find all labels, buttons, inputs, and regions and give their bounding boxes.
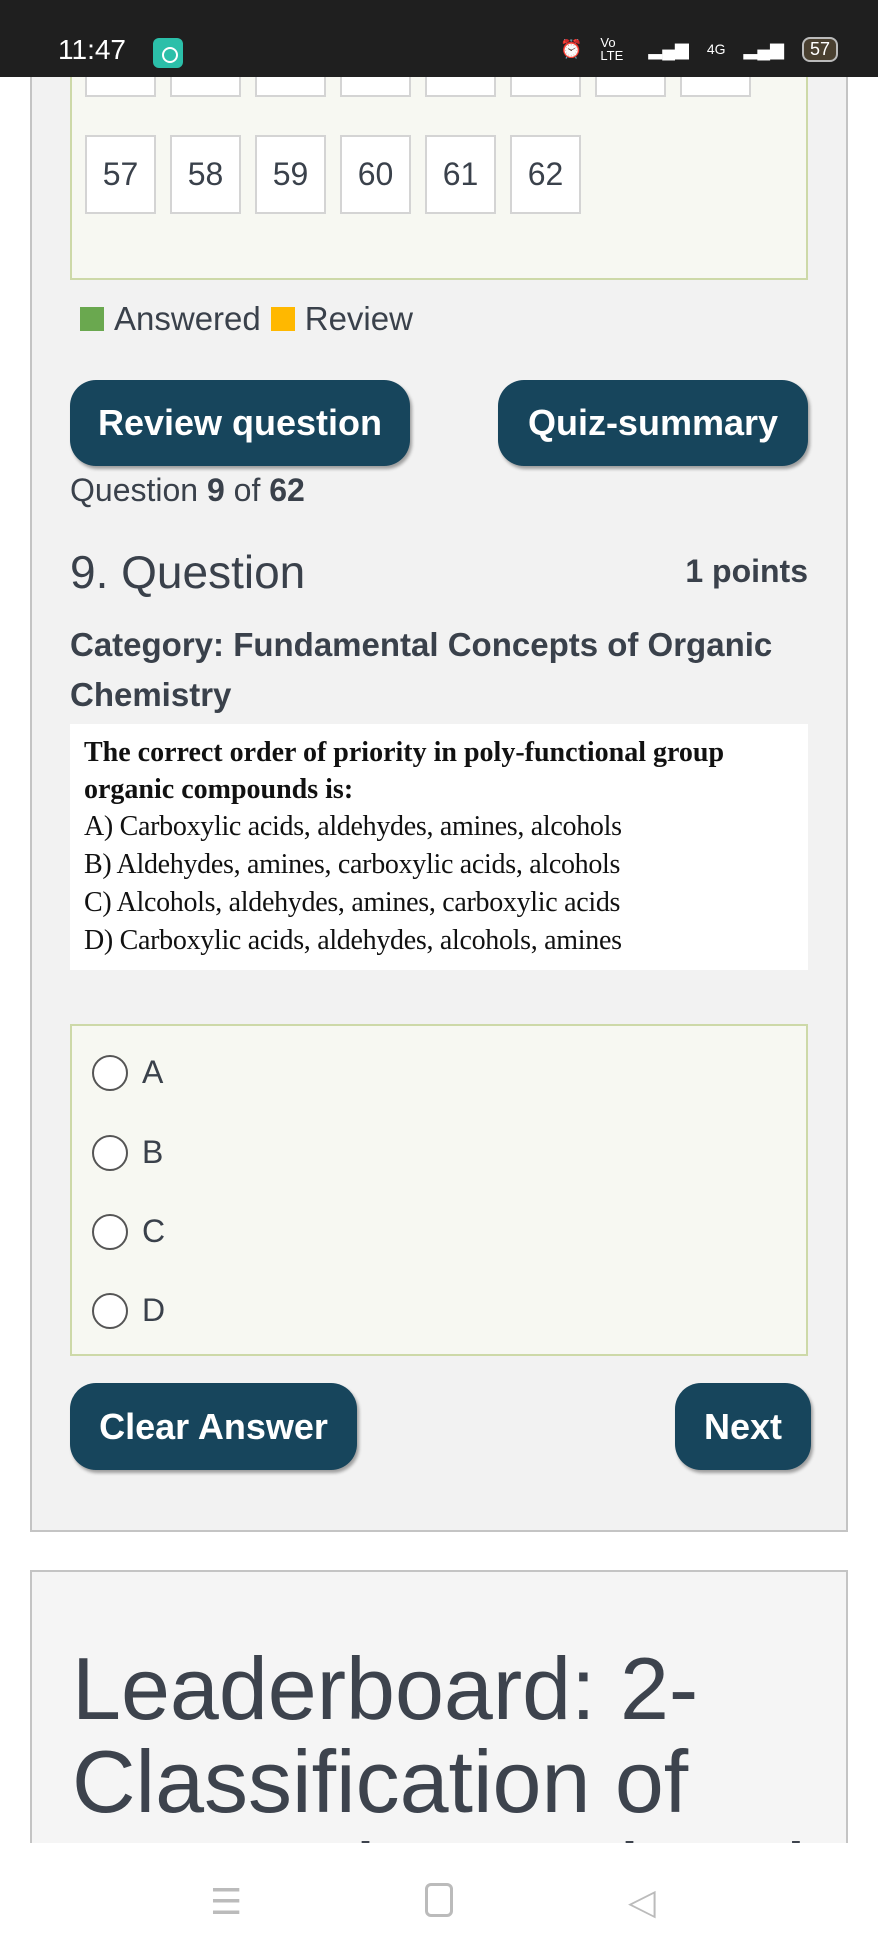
radio-c[interactable] xyxy=(92,1213,128,1250)
answer-c-label: C xyxy=(142,1213,166,1249)
question-number-59[interactable]: 59 xyxy=(255,135,326,214)
question-number-62[interactable]: 62 xyxy=(510,135,581,214)
back-icon[interactable]: ◁ xyxy=(628,1881,656,1923)
clock: 11:47 xyxy=(58,34,126,65)
signal-icon-2: ▂▄▆ xyxy=(743,38,784,59)
answer-b[interactable]: B xyxy=(92,1134,163,1171)
radio-a[interactable] xyxy=(92,1054,128,1091)
volte-icon: Vo LTE xyxy=(600,35,624,63)
answer-d-label: D xyxy=(142,1292,166,1328)
question-number-60[interactable]: 60 xyxy=(340,135,411,214)
question-option-a: A) Carboxylic acids, aldehydes, amines, … xyxy=(84,811,622,842)
question-title: 9. Question xyxy=(70,546,306,598)
clear-answer-button[interactable]: Clear Answer xyxy=(70,1383,357,1470)
legend: Answered Review xyxy=(80,300,413,338)
legend-answered: Answered xyxy=(114,300,261,337)
progress-of: of xyxy=(233,472,261,508)
question-image: The correct order of priority in poly-fu… xyxy=(70,724,808,970)
review-question-button[interactable]: Review question xyxy=(70,380,410,466)
network-type: 4G xyxy=(706,41,726,57)
question-number-58[interactable]: 58 xyxy=(170,135,241,214)
answered-swatch xyxy=(80,307,104,331)
legend-review: Review xyxy=(304,300,413,337)
home-icon[interactable] xyxy=(425,1883,453,1917)
answer-d[interactable]: D xyxy=(92,1292,165,1329)
question-option-b: B) Aldehydes, amines, carboxylic acids, … xyxy=(84,849,621,880)
answer-a-label: A xyxy=(142,1054,164,1090)
progress-total: 62 xyxy=(269,472,305,508)
answer-c[interactable]: C xyxy=(92,1213,165,1250)
question-option-d: D) Carboxylic acids, aldehydes, alcohols… xyxy=(84,925,622,956)
answer-b-label: B xyxy=(142,1134,164,1170)
question-points: 1 points xyxy=(685,553,808,589)
question-stem: The correct order of priority in poly-fu… xyxy=(84,737,725,805)
signal-icon: ▂▄▆ xyxy=(648,38,689,59)
review-swatch xyxy=(270,307,295,331)
alarm-icon: ⏰ xyxy=(559,38,583,59)
battery-icon: 57 xyxy=(801,36,838,62)
recent-apps-icon[interactable]: ☰ xyxy=(210,1881,242,1923)
quiz-summary-button[interactable]: Quiz-summary xyxy=(498,380,808,466)
progress-current: 9 xyxy=(206,472,225,508)
question-number-61[interactable]: 61 xyxy=(425,135,496,214)
system-nav-bar: ☰ ◁ xyxy=(0,1843,878,1951)
question-category: Category: Fundamental Concepts of Organi… xyxy=(70,626,773,713)
status-bar: 11:47 ⏰ Vo LTE ▂▄▆ 4G ▂▄▆ 57 xyxy=(0,0,878,77)
question-number-57[interactable]: 57 xyxy=(85,135,156,214)
radio-d[interactable] xyxy=(92,1292,128,1329)
radio-b[interactable] xyxy=(92,1134,128,1171)
app-notification-icon xyxy=(153,38,183,68)
answer-choices: A B C D xyxy=(70,1024,808,1356)
question-progress: Question 9 of 62 xyxy=(70,472,305,509)
next-button[interactable]: Next xyxy=(675,1383,811,1470)
question-option-c: C) Alcohols, aldehydes, amines, carboxyl… xyxy=(84,887,621,918)
answer-a[interactable]: A xyxy=(92,1054,163,1091)
progress-prefix: Question xyxy=(70,472,199,508)
